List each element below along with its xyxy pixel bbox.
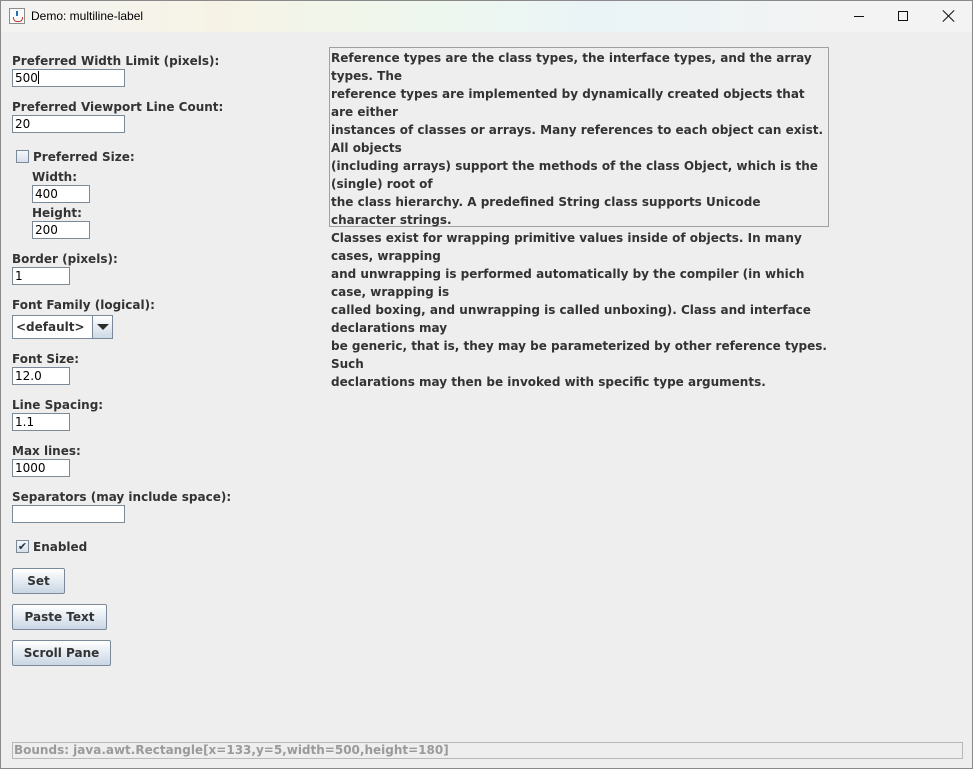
line-spacing-value: 1.1 xyxy=(15,415,35,429)
maximize-icon xyxy=(898,11,908,21)
label-line: instances of classes or arrays. Many ref… xyxy=(331,123,824,155)
preferred-height-input[interactable]: 200 xyxy=(32,221,90,239)
multiline-label-preview: Reference types are the class types, the… xyxy=(329,47,829,389)
enabled-checkbox[interactable]: ✔ xyxy=(16,540,29,553)
preferred-viewport-line-count-value: 20 xyxy=(15,117,31,131)
app-window: Demo: multiline-label Preferred Width Li… xyxy=(0,0,973,769)
font-family-label: Font Family (logical): xyxy=(12,298,155,312)
checkmark-icon: ✔ xyxy=(17,540,28,553)
label-line: called boxing, and unwrapping is called … xyxy=(331,303,811,335)
preferred-size-label[interactable]: Preferred Size: xyxy=(33,150,135,164)
close-icon xyxy=(942,9,956,23)
close-button[interactable] xyxy=(926,1,972,32)
separators-label: Separators (may include space): xyxy=(12,490,232,504)
java-cup-icon[interactable] xyxy=(9,8,25,24)
label-line: Reference types are the class types, the… xyxy=(331,51,812,83)
separators-input[interactable] xyxy=(12,505,125,523)
border-label: Border (pixels): xyxy=(12,252,118,266)
border-value: 1 xyxy=(15,269,23,283)
text-caret xyxy=(37,71,39,84)
minimize-button[interactable] xyxy=(835,1,881,32)
border-input[interactable]: 1 xyxy=(12,267,70,285)
enabled-label[interactable]: Enabled xyxy=(33,540,87,554)
preferred-height-value: 200 xyxy=(35,223,58,237)
label-line: and unwrapping is performed automaticall… xyxy=(331,267,805,299)
preferred-width-limit-input[interactable]: 500 xyxy=(12,69,125,87)
line-spacing-input[interactable]: 1.1 xyxy=(12,413,70,431)
label-line: (including arrays) support the methods o… xyxy=(331,159,818,191)
line-spacing-label: Line Spacing: xyxy=(12,398,104,412)
max-lines-input[interactable]: 1000 xyxy=(12,459,70,477)
maximize-button[interactable] xyxy=(881,1,927,32)
label-line: Classes exist for wrapping primitive val… xyxy=(331,231,802,263)
set-button[interactable]: Set xyxy=(12,568,65,594)
chevron-down-icon[interactable] xyxy=(92,316,112,338)
font-size-label: Font Size: xyxy=(12,352,80,366)
font-family-selected: <default> xyxy=(16,320,85,334)
scroll-pane-button[interactable]: Scroll Pane xyxy=(12,640,111,666)
max-lines-value: 1000 xyxy=(15,461,46,475)
preferred-width-input[interactable]: 400 xyxy=(32,185,90,203)
preferred-viewport-line-count-label: Preferred Viewport Line Count: xyxy=(12,100,224,114)
title-bar[interactable]: Demo: multiline-label xyxy=(1,1,972,32)
preferred-width-label: Width: xyxy=(32,170,78,184)
paste-text-button[interactable]: Paste Text xyxy=(12,604,107,630)
preferred-size-checkbox[interactable] xyxy=(16,150,29,163)
status-bar: Bounds: java.awt.Rectangle[x=133,y=5,wid… xyxy=(12,742,963,759)
font-size-input[interactable]: 12.0 xyxy=(12,367,70,385)
preferred-width-limit-value: 500 xyxy=(15,71,38,85)
font-size-value: 12.0 xyxy=(15,369,42,383)
label-line: declarations may then be invoked with sp… xyxy=(331,375,766,389)
font-family-combobox[interactable]: <default> xyxy=(12,315,113,339)
preferred-height-label: Height: xyxy=(32,206,82,220)
preferred-width-limit-label: Preferred Width Limit (pixels): xyxy=(12,54,220,68)
label-line: be generic, that is, they may be paramet… xyxy=(331,339,827,371)
preferred-viewport-line-count-input[interactable]: 20 xyxy=(12,115,125,133)
label-line: reference types are implemented by dynam… xyxy=(331,87,805,119)
max-lines-label: Max lines: xyxy=(12,444,81,458)
preferred-width-value: 400 xyxy=(35,187,58,201)
window-title: Demo: multiline-label xyxy=(31,9,144,23)
label-line: the class hierarchy. A predefined String… xyxy=(331,195,761,227)
minimize-icon xyxy=(854,16,864,17)
